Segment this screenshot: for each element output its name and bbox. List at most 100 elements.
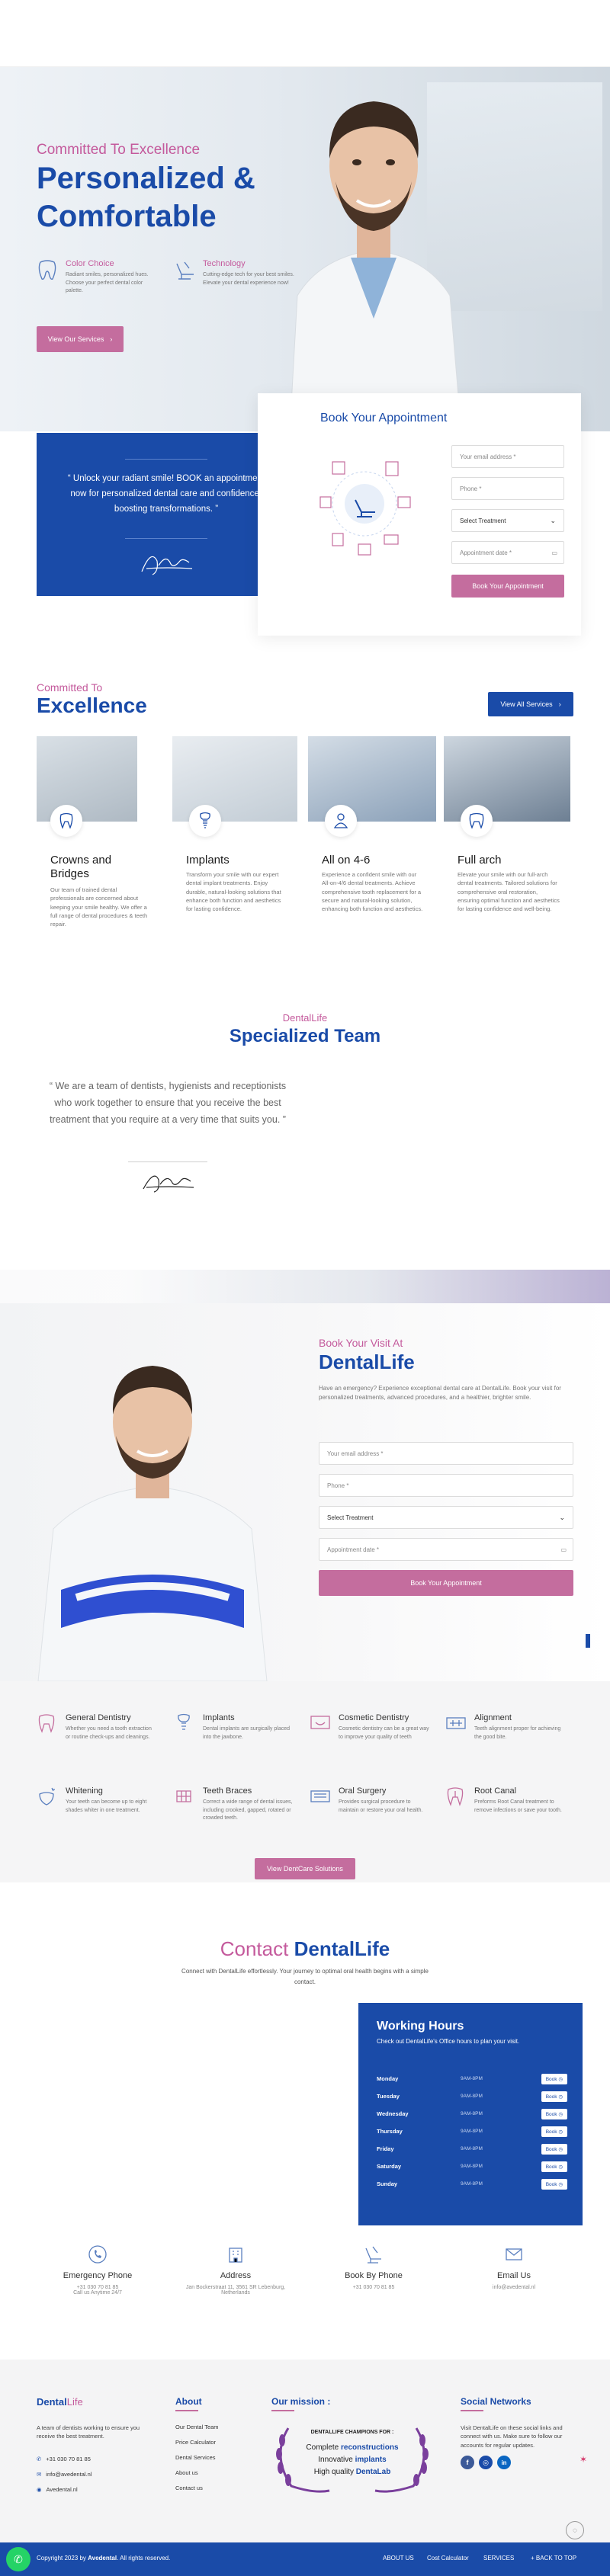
appointment-phone-input[interactable]: Phone * xyxy=(451,477,564,500)
hours-book-button[interactable]: Book ◷ xyxy=(541,2126,567,2137)
hours-day: Wednesday xyxy=(377,2110,409,2117)
email-icon xyxy=(503,2244,525,2265)
bottom-link-cost[interactable]: Cost Calculator xyxy=(427,2555,469,2562)
clock-icon: ◷ xyxy=(558,2094,563,2100)
service-card-text: Elevate your smile with our full-arch de… xyxy=(458,871,560,912)
chevron-down-icon: ⌄ xyxy=(559,1513,565,1521)
quote-card-text: “ Unlock your radiant smile! BOOK an app… xyxy=(59,471,273,517)
hours-book-button[interactable]: Book ◷ xyxy=(541,2143,567,2155)
brand-b: Life xyxy=(66,2396,83,2408)
date-placeholder: Appointment date * xyxy=(460,549,512,556)
hours-book-button[interactable]: Book ◷ xyxy=(541,2161,567,2172)
clock-icon: ◷ xyxy=(558,2111,563,2117)
treatment-select-value: Select Treatment xyxy=(460,517,506,524)
visit-treatment-select[interactable]: Select Treatment ⌄ xyxy=(319,1506,573,1529)
view-all-services-button[interactable]: View All Services › xyxy=(488,692,573,716)
contact-card-email[interactable]: Email Us info@avedental.nl xyxy=(461,2244,567,2290)
appointment-email-input[interactable]: Your email address * xyxy=(451,445,564,468)
contact-card-line1: +31 030 70 81 85 xyxy=(352,2285,395,2290)
service-card[interactable]: Crowns and Bridges Our team of trained d… xyxy=(37,736,166,957)
badge-l2a: Innovative xyxy=(318,2456,355,2464)
footer-email[interactable]: ✉ info@avedental.nl xyxy=(37,2471,92,2478)
hours-book-button[interactable]: Book ◷ xyxy=(541,2178,567,2190)
feature-title: Technology xyxy=(203,259,246,268)
contact-card-line1: +31 030 70 81 85 xyxy=(76,2285,119,2290)
contact-card-book-by-phone[interactable]: Book By Phone +31 030 70 81 85 xyxy=(320,2244,427,2290)
visit-submit-button[interactable]: Book Your Appointment xyxy=(319,1570,573,1596)
hours-row: Saturday 9AM-8PM Book ◷ xyxy=(377,2158,567,2175)
contact-card-emergency[interactable]: Emergency Phone +31 030 70 81 85 Call us… xyxy=(44,2244,151,2296)
mission-badge: DENTALLIFE CHAMPIONS FOR : Complete reco… xyxy=(268,2417,436,2497)
quote-card: “ Unlock your radiant smile! BOOK an app… xyxy=(37,433,296,596)
service-item-title: Alignment xyxy=(474,1713,512,1722)
service-item-title: General Dentistry xyxy=(66,1713,131,1722)
team-quote: “ We are a team of dentists, hygienists … xyxy=(47,1078,288,1128)
service-item-title: Cosmetic Dentistry xyxy=(339,1713,409,1722)
hours-book-button[interactable]: Book ◷ xyxy=(541,2091,567,2102)
bottom-link-about[interactable]: ABOUT US xyxy=(383,2555,414,2562)
footer-mission-title: Our mission : xyxy=(271,2396,331,2407)
email-icon: ✉ xyxy=(37,2471,42,2478)
badge-line3: High quality DentaLab xyxy=(268,2468,436,2476)
hours-row: Wednesday 9AM-8PM Book ◷ xyxy=(377,2105,567,2123)
team-title: Specialized Team xyxy=(229,1026,381,1046)
hours-time: 9AM-8PM xyxy=(461,2181,483,2187)
service-card-title: Full arch xyxy=(458,854,502,867)
footer-link[interactable]: Contact us xyxy=(175,2485,203,2491)
quote-divider-bottom xyxy=(125,538,207,539)
top-header xyxy=(0,0,610,67)
footer-phone[interactable]: ✆ +31 030 70 81 85 xyxy=(37,2456,91,2462)
badge-line2: Innovative implants xyxy=(268,2456,436,2464)
back-to-top-link[interactable]: + BACK TO TOP xyxy=(531,2555,576,2562)
service-card[interactable]: All on 4-6 Experience a confident smile … xyxy=(308,736,438,957)
implant-icon xyxy=(189,805,221,837)
instagram-icon[interactable]: ◎ xyxy=(479,2456,493,2469)
book-label: Book xyxy=(545,2164,557,2170)
book-label: Book xyxy=(545,2076,557,2082)
hours-row: Tuesday 9AM-8PM Book ◷ xyxy=(377,2087,567,2105)
facebook-icon[interactable]: f xyxy=(461,2456,474,2469)
bottom-link-services[interactable]: SERVICES xyxy=(483,2555,514,2562)
hours-row: Thursday 9AM-8PM Book ◷ xyxy=(377,2123,567,2140)
service-card-text: Experience a confident smile with our Al… xyxy=(322,871,423,912)
footer-link[interactable]: Price Calculator xyxy=(175,2439,216,2446)
contact-card-line1: Jan Bockerstraat 11, 3561 SR Lebenburg, xyxy=(185,2285,286,2290)
footer-social-underline xyxy=(461,2410,483,2411)
visit-date-input[interactable]: Appointment date * ▭ xyxy=(319,1538,573,1561)
hours-day: Friday xyxy=(377,2145,394,2152)
badge-l1a: Complete xyxy=(306,2443,341,2452)
hours-book-button[interactable]: Book ◷ xyxy=(541,2108,567,2119)
footer-link[interactable]: About us xyxy=(175,2469,198,2476)
side-tab-handle[interactable] xyxy=(586,1634,590,1648)
service-card[interactable]: Full arch Elevate your smile with our fu… xyxy=(444,736,573,957)
view-dentcare-solutions-button[interactable]: View DentCare Solutions xyxy=(255,1858,355,1879)
service-item-text: Whether you need a tooth extraction or r… xyxy=(66,1726,152,1740)
phone-icon xyxy=(87,2244,108,2265)
badge-l3b: DentaLab xyxy=(355,2468,391,2476)
visit-email-input[interactable]: Your email address * xyxy=(319,1442,573,1465)
badge-l1b: reconstructions xyxy=(341,2443,399,2452)
appointment-submit-button[interactable]: Book Your Appointment xyxy=(451,575,564,598)
date-placeholder: Appointment date * xyxy=(327,1546,380,1553)
footer-mission-underline xyxy=(271,2410,294,2411)
chat-icon[interactable]: ◌ xyxy=(566,2521,584,2539)
hours-book-button[interactable]: Book ◷ xyxy=(541,2073,567,2084)
hours-day: Monday xyxy=(377,2075,399,2082)
contact-title: Contact DentalLife xyxy=(0,1937,610,1961)
view-services-button[interactable]: View Our Services › xyxy=(37,326,124,352)
footer-link[interactable]: Our Dental Team xyxy=(175,2424,219,2430)
footer-link[interactable]: Dental Services xyxy=(175,2454,216,2461)
appointment-treatment-select[interactable]: Select Treatment ⌄ xyxy=(451,509,564,532)
contact-card-line2: Call us Anytime 24/7 xyxy=(73,2290,122,2296)
appointment-date-input[interactable]: Appointment date * ▭ xyxy=(451,541,564,564)
visit-phone-input[interactable]: Phone * xyxy=(319,1474,573,1497)
footer-site[interactable]: ◉ Avedental.nl xyxy=(37,2486,78,2493)
linkedin-icon[interactable]: in xyxy=(497,2456,511,2469)
contact-card-address[interactable]: Address Jan Bockerstraat 11, 3561 SR Leb… xyxy=(171,2244,300,2296)
service-card[interactable]: Implants Transform your smile with our e… xyxy=(172,736,302,957)
whatsapp-icon[interactable]: ✆ xyxy=(6,2547,30,2571)
service-item-title: Oral Surgery xyxy=(339,1786,387,1796)
surgery-icon xyxy=(310,1786,331,1806)
hero-title-line1: Personalized & xyxy=(37,162,255,195)
book-label: Book xyxy=(545,2129,557,2135)
